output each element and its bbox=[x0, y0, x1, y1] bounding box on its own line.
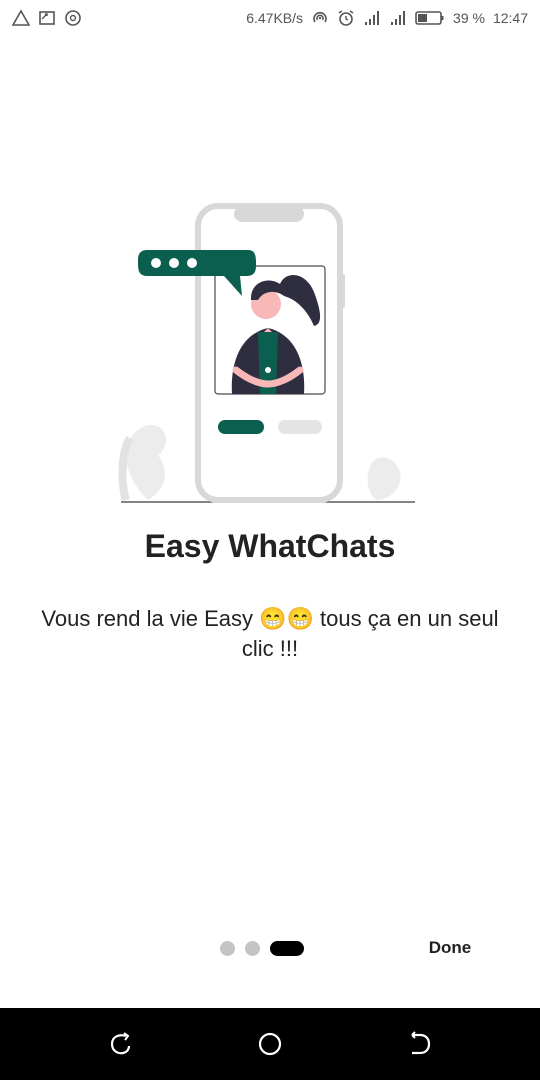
leaf-left bbox=[126, 424, 167, 500]
recents-icon[interactable] bbox=[106, 1030, 134, 1058]
navigation-bar bbox=[0, 1008, 540, 1080]
record-icon bbox=[65, 10, 81, 26]
battery-icon bbox=[415, 11, 444, 25]
status-left-icons bbox=[12, 9, 82, 27]
alarm-icon bbox=[338, 10, 354, 26]
phone-secondary-pill bbox=[278, 420, 322, 434]
page-indicator bbox=[220, 940, 304, 956]
onboarding-title: Easy WhatChats bbox=[144, 528, 396, 564]
phone-primary-pill bbox=[218, 420, 264, 434]
signal-icon-2 bbox=[391, 11, 406, 25]
phone-speaker bbox=[234, 206, 304, 222]
cast-icon bbox=[39, 11, 55, 25]
status-right-icons: 6.47KB/s 39 % 12:47 bbox=[246, 9, 528, 27]
page-dot-1[interactable] bbox=[220, 940, 235, 956]
battery-percent: 39 % bbox=[453, 10, 485, 26]
home-icon[interactable] bbox=[256, 1030, 284, 1058]
onboarding-screen: 6.47KB/s 39 % 12:47 Easy WhatChats Vous … bbox=[0, 0, 540, 1080]
page-dot-2[interactable] bbox=[245, 940, 260, 956]
status-bar: 6.47KB/s 39 % 12:47 bbox=[0, 0, 540, 36]
onboarding-illustration bbox=[118, 203, 415, 503]
page-dot-3-active[interactable] bbox=[270, 940, 304, 956]
leaf-right bbox=[367, 457, 401, 500]
network-speed: 6.47KB/s bbox=[246, 10, 304, 26]
clock: 12:47 bbox=[492, 10, 528, 26]
hotspot-icon bbox=[313, 11, 327, 23]
done-button[interactable]: Done bbox=[410, 930, 490, 966]
onboarding-description: Vous rend la vie Easy 😁😁 tous ça en un s… bbox=[41, 606, 499, 661]
back-icon[interactable] bbox=[406, 1030, 434, 1058]
warning-icon bbox=[12, 9, 30, 26]
signal-icon bbox=[365, 11, 380, 25]
phone-side-button bbox=[340, 274, 345, 308]
